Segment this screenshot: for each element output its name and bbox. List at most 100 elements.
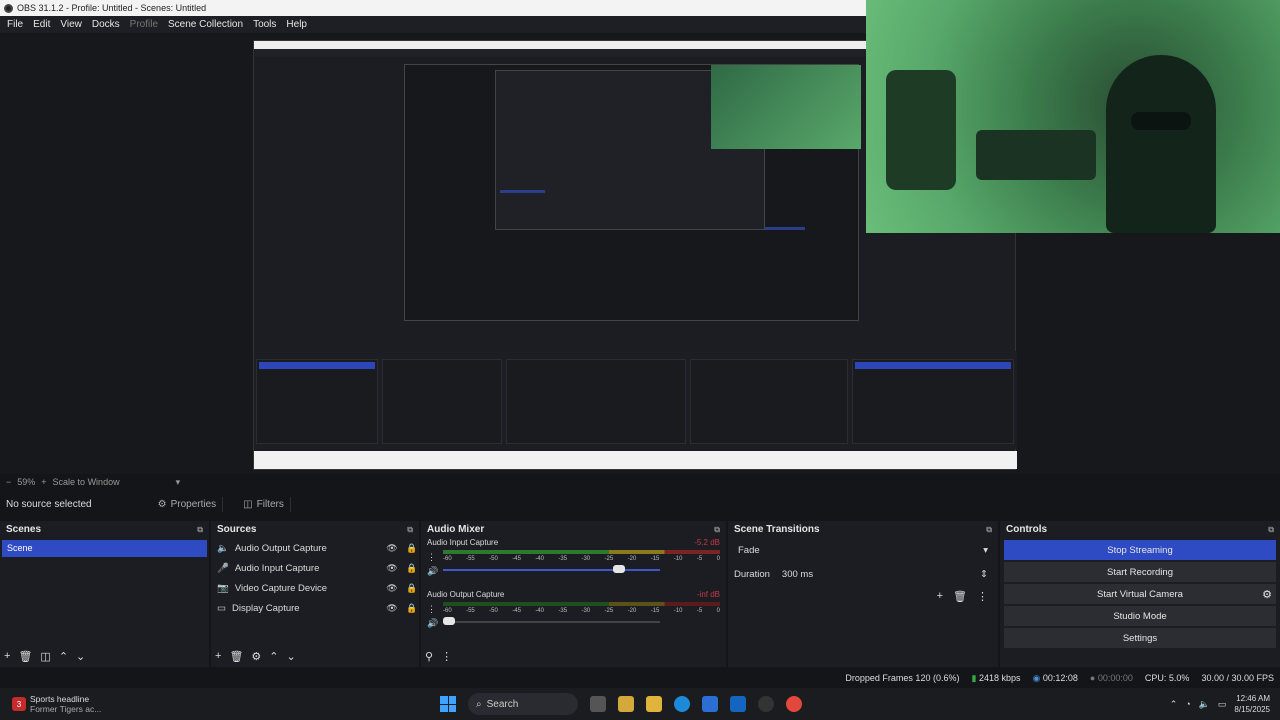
- start-virtual-camera-button[interactable]: Start Virtual Camera ⚙: [1004, 584, 1276, 604]
- news-sub: Former Tigers ac...: [30, 704, 102, 714]
- undock-icon[interactable]: ⧉: [986, 525, 992, 535]
- slider-knob[interactable]: [613, 565, 625, 573]
- scene-item[interactable]: Scene: [2, 540, 207, 557]
- add-icon[interactable]: +: [937, 590, 943, 603]
- undock-icon[interactable]: ⧉: [197, 525, 203, 535]
- stop-streaming-button[interactable]: Stop Streaming: [1004, 540, 1276, 560]
- zoom-out-icon[interactable]: −: [6, 477, 11, 487]
- monitor-icon: ▭: [217, 602, 226, 614]
- speaker-icon[interactable]: 🔊: [427, 566, 438, 576]
- move-down-icon[interactable]: ⌄: [287, 650, 296, 663]
- windows-start-icon[interactable]: [440, 696, 456, 712]
- settings-button[interactable]: Settings: [1004, 628, 1276, 648]
- undock-icon[interactable]: ⧉: [1268, 525, 1274, 535]
- source-toolbar: No source selected ⚙ Properties ◫ Filter…: [0, 494, 1280, 514]
- nested-camera-feed: [711, 65, 861, 149]
- source-item[interactable]: ▭ Display Capture 👁 🔒: [211, 598, 419, 618]
- lock-icon[interactable]: 🔒: [405, 603, 419, 614]
- menu-tools[interactable]: Tools: [248, 19, 281, 30]
- wifi-icon[interactable]: ◔: [1185, 699, 1190, 709]
- gear-icon[interactable]: ⚙: [1262, 588, 1272, 601]
- eye-icon[interactable]: 👁: [385, 563, 399, 574]
- link-icon[interactable]: ⚲: [425, 650, 433, 663]
- channel-name: Audio Input Capture: [427, 538, 499, 547]
- menu-file[interactable]: File: [2, 19, 28, 30]
- move-down-icon[interactable]: ⌄: [76, 650, 85, 663]
- store-icon[interactable]: [702, 696, 718, 712]
- source-item[interactable]: 🔈 Audio Output Capture 👁 🔒: [211, 538, 419, 558]
- add-icon[interactable]: +: [4, 650, 10, 663]
- trash-icon[interactable]: 🗑: [18, 650, 32, 663]
- menu-view[interactable]: View: [55, 19, 87, 30]
- preview-zoom-bar: − 59% + Scale to Window ▾: [0, 474, 1280, 490]
- volume-icon[interactable]: 🔈: [1199, 699, 1210, 710]
- copilot-icon[interactable]: [618, 696, 634, 712]
- preview-canvas[interactable]: [0, 0, 1280, 474]
- source-item[interactable]: 📷 Video Capture Device 👁 🔒: [211, 578, 419, 598]
- menu-help[interactable]: Help: [281, 19, 312, 30]
- undock-icon[interactable]: ⧉: [407, 525, 413, 535]
- nested-stop-streaming: [855, 362, 1011, 369]
- speaker-icon: 🔈: [217, 542, 229, 554]
- slider-knob[interactable]: [443, 617, 455, 625]
- properties-button[interactable]: ⚙ Properties: [152, 496, 224, 512]
- scale-mode-select[interactable]: Scale to Window: [53, 477, 120, 487]
- gear-icon[interactable]: ⚙: [251, 650, 261, 663]
- news-widget[interactable]: 3 Sports headline Former Tigers ac...: [12, 694, 172, 714]
- eye-icon[interactable]: 👁: [385, 543, 399, 554]
- menu-edit[interactable]: Edit: [28, 19, 55, 30]
- eye-icon[interactable]: 👁: [385, 603, 399, 614]
- trash-icon[interactable]: 🗑: [229, 650, 243, 663]
- transition-select[interactable]: Fade ▾: [734, 541, 992, 559]
- undock-icon[interactable]: ⧉: [714, 525, 720, 535]
- outlook-icon[interactable]: [730, 696, 746, 712]
- clock[interactable]: 12:46 AM 8/15/2025: [1234, 693, 1270, 715]
- obs-icon[interactable]: [758, 696, 774, 712]
- kebab-icon[interactable]: ⋮: [427, 552, 436, 562]
- task-view-icon[interactable]: [590, 696, 606, 712]
- transitions-title: Scene Transitions: [734, 524, 820, 535]
- menu-docks[interactable]: Docks: [87, 19, 125, 30]
- add-icon[interactable]: +: [215, 650, 221, 663]
- filter-icon[interactable]: ◫: [40, 650, 50, 663]
- edge-icon[interactable]: [674, 696, 690, 712]
- chevron-down-icon[interactable]: ▾: [176, 477, 181, 488]
- duration-spinbox[interactable]: 300 ms ⇕: [777, 565, 992, 583]
- meter-scale: -60 -55 -50 -45 -40 -35 -30 -25 -20 -15 -10 -5 0: [443, 608, 720, 614]
- move-up-icon[interactable]: ⌃: [269, 650, 278, 663]
- dropped-frames: Dropped Frames 120 (0.6%): [845, 673, 960, 683]
- nested-mixer: [506, 359, 686, 444]
- menu-scene-collection[interactable]: Scene Collection: [163, 19, 248, 30]
- start-recording-button[interactable]: Start Recording: [1004, 562, 1276, 582]
- move-up-icon[interactable]: ⌃: [59, 650, 68, 663]
- lock-icon[interactable]: 🔒: [405, 543, 419, 554]
- lock-icon[interactable]: 🔒: [405, 563, 419, 574]
- kebab-icon[interactable]: ⋮: [441, 650, 452, 663]
- dock-area: Scenes ⧉ Scene + 🗑 ◫ ⌃ ⌄ Sources ⧉ 🔈 Audio…: [0, 521, 1280, 667]
- studio-mode-button[interactable]: Studio Mode: [1004, 606, 1276, 626]
- person-shape: [1106, 55, 1216, 233]
- nested-scenes: [256, 359, 378, 444]
- volume-slider[interactable]: [443, 617, 720, 627]
- speaker-icon[interactable]: 🔊: [427, 618, 438, 628]
- file-explorer-icon[interactable]: [646, 696, 662, 712]
- filters-button[interactable]: ◫ Filters: [237, 496, 291, 512]
- window-title: OBS 31.1.2 - Profile: Untitled - Scenes:…: [17, 3, 207, 13]
- taskbar-search[interactable]: ⌕ Search: [468, 693, 578, 715]
- eye-icon[interactable]: 👁: [385, 583, 399, 594]
- nested-scene-selected: [259, 362, 375, 369]
- source-item[interactable]: 🎤 Audio Input Capture 👁 🔒: [211, 558, 419, 578]
- couch-shape: [976, 130, 1096, 180]
- volume-slider[interactable]: [443, 565, 720, 575]
- kebab-icon[interactable]: ⋮: [977, 590, 988, 603]
- kebab-icon[interactable]: ⋮: [427, 604, 436, 614]
- trash-icon[interactable]: 🗑: [953, 590, 967, 603]
- battery-icon[interactable]: ▭: [1218, 699, 1227, 710]
- zoom-in-icon[interactable]: +: [41, 477, 46, 487]
- nested-highlight: [765, 227, 805, 230]
- chevron-up-icon[interactable]: ⌃: [1170, 699, 1178, 710]
- lock-icon[interactable]: 🔒: [405, 583, 419, 594]
- window-titlebar: OBS 31.1.2 - Profile: Untitled - Scenes:…: [0, 0, 866, 16]
- duration-label: Duration: [734, 568, 770, 580]
- chrome-icon[interactable]: [786, 696, 802, 712]
